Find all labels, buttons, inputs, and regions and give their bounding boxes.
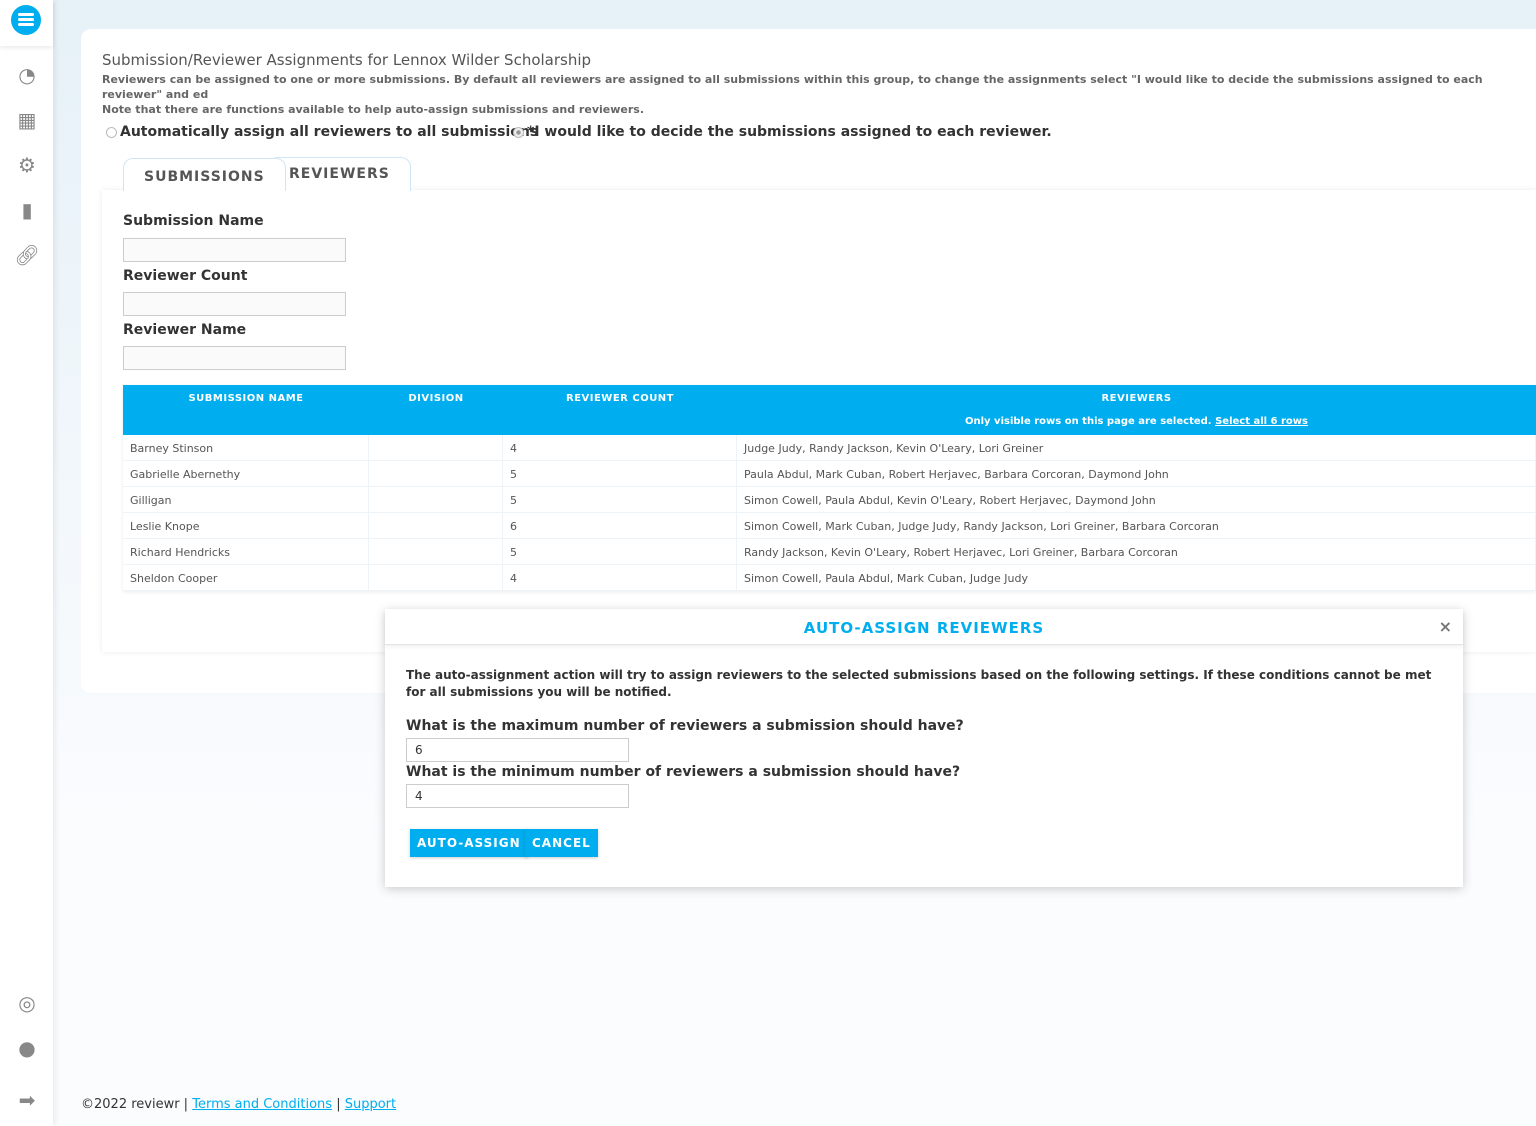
select-all-link[interactable]: Select all 6 rows <box>1215 416 1308 427</box>
user-icon[interactable]: ● <box>16 1036 38 1060</box>
tab-reviewers[interactable]: REVIEWERS <box>268 157 411 191</box>
modal-description: The auto-assignment action will try to a… <box>406 668 1432 699</box>
table-cell: Richard Hendricks <box>123 539 369 564</box>
table-cell: Gabrielle Abernethy <box>123 461 369 486</box>
clipboard-icon[interactable]: ▮ <box>16 198 38 222</box>
submissions-table: SUBMISSION NAME DIVISION REVIEWER COUNT … <box>123 385 1536 591</box>
support-icon[interactable]: ◎ <box>16 991 38 1015</box>
logout-icon[interactable]: ➡ <box>16 1088 38 1112</box>
min-reviewers-input[interactable] <box>406 784 629 808</box>
table-cell: Gilligan <box>123 487 369 512</box>
gear-icon[interactable]: ⚙ <box>16 153 38 177</box>
modal-header: AUTO-ASSIGN REVIEWERS × <box>385 609 1463 645</box>
submission-name-filter[interactable] <box>123 238 346 262</box>
auto-assign-modal: AUTO-ASSIGN REVIEWERS × The auto-assignme… <box>385 609 1463 887</box>
calendar-icon[interactable]: ▦ <box>16 108 38 132</box>
radio-auto-assign-all[interactable]: Automatically assign all reviewers to al… <box>106 124 538 140</box>
page-description: Reviewers can be assigned to one or more… <box>102 73 1483 116</box>
table-cell: 5 <box>503 461 737 486</box>
modal-title: AUTO-ASSIGN REVIEWERS <box>803 619 1045 637</box>
dashboard-icon[interactable]: ◔ <box>16 63 38 87</box>
support-link[interactable]: Support <box>345 1097 396 1112</box>
table-cell: Judge Judy, Randy Jackson, Kevin O'Leary… <box>737 435 1536 460</box>
filter-label: Submission Name <box>123 213 264 229</box>
max-reviewers-label: What is the maximum number of reviewers … <box>406 718 964 734</box>
table-cell: Simon Cowell, Paula Abdul, Mark Cuban, J… <box>737 565 1536 590</box>
table-cell: Sheldon Cooper <box>123 565 369 590</box>
column-header[interactable]: REVIEWER COUNT <box>503 393 737 404</box>
column-header[interactable]: SUBMISSION NAME <box>123 393 369 404</box>
table-cell: 5 <box>503 539 737 564</box>
cancel-button[interactable]: CANCEL <box>525 829 598 857</box>
table-cell: Paula Abdul, Mark Cuban, Robert Herjavec… <box>737 461 1536 486</box>
table-row[interactable]: Barney Stinson 4 Judge Judy, Randy Jackson… <box>123 435 1536 461</box>
table-cell <box>369 461 503 486</box>
table-header: SUBMISSION NAME DIVISION REVIEWER COUNT … <box>123 385 1536 435</box>
radio-manual-assign[interactable]: *I would like to decide the submissions … <box>513 124 1052 140</box>
table-cell <box>369 539 503 564</box>
selection-note: Only visible rows on this page are selec… <box>965 416 1308 427</box>
table-cell: 4 <box>503 565 737 590</box>
table-cell <box>369 565 503 590</box>
table-cell: Barney Stinson <box>123 435 369 460</box>
table-cell <box>369 435 503 460</box>
table-cell: 5 <box>503 487 737 512</box>
table-cell: 4 <box>503 435 737 460</box>
table-cell: Simon Cowell, Mark Cuban, Judge Judy, Ra… <box>737 513 1536 538</box>
reviewer-count-filter[interactable] <box>123 292 346 316</box>
column-header[interactable]: DIVISION <box>369 393 503 404</box>
logo-icon[interactable] <box>0 0 53 46</box>
column-header[interactable]: REVIEWERS <box>737 393 1536 404</box>
footer: ©2022 reviewr | Terms and Conditions | S… <box>81 1097 397 1112</box>
table-cell: Randy Jackson, Kevin O'Leary, Robert Her… <box>737 539 1536 564</box>
min-reviewers-label: What is the minimum number of reviewers … <box>406 764 961 780</box>
filter-label: Reviewer Count <box>123 268 248 284</box>
page-title: Submission/Reviewer Assignments for Lenn… <box>102 51 592 69</box>
terms-link[interactable]: Terms and Conditions <box>192 1097 332 1112</box>
max-reviewers-input[interactable] <box>406 738 629 762</box>
tab-submissions[interactable]: SUBMISSIONS <box>123 158 286 191</box>
table-cell: Leslie Knope <box>123 513 369 538</box>
table-row[interactable]: Gilligan 5 Simon Cowell, Paula Abdul, Kevi… <box>123 487 1536 513</box>
table-cell <box>369 487 503 512</box>
table-row[interactable]: Leslie Knope 6 Simon Cowell, Mark Cuban, J… <box>123 513 1536 539</box>
table-cell: 6 <box>503 513 737 538</box>
link-icon[interactable]: 🔗︎ <box>14 243 39 267</box>
sidebar: ◔ ▦ ⚙ ▮ 🔗︎ ◎ ● ➡ <box>0 0 53 1126</box>
auto-assign-button[interactable]: AUTO-ASSIGN <box>410 829 528 857</box>
close-icon[interactable]: × <box>1439 617 1453 636</box>
table-row[interactable]: Sheldon Cooper 4 Simon Cowell, Paula Abdul… <box>123 565 1536 591</box>
filter-label: Reviewer Name <box>123 322 247 338</box>
reviewer-name-filter[interactable] <box>123 346 346 370</box>
table-cell <box>369 513 503 538</box>
table-row[interactable]: Richard Hendricks 5 Randy Jackson, Kevin O… <box>123 539 1536 565</box>
table-cell: Simon Cowell, Paula Abdul, Kevin O'Leary… <box>737 487 1536 512</box>
table-row[interactable]: Gabrielle Abernethy 5 Paula Abdul, Mark Cu… <box>123 461 1536 487</box>
